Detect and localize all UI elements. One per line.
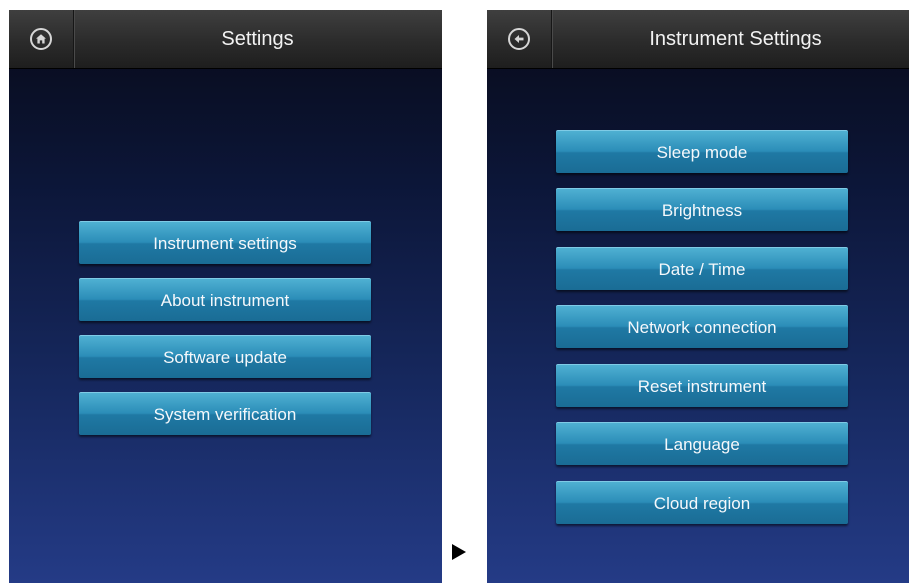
right-triangle-arrow-icon: [452, 544, 466, 560]
sleep-mode-button[interactable]: Sleep mode: [556, 130, 848, 173]
stage: Settings Instrument settings About instr…: [0, 0, 909, 583]
software-update-button[interactable]: Software update: [79, 335, 371, 378]
reset-instrument-button[interactable]: Reset instrument: [556, 364, 848, 407]
language-button[interactable]: Language: [556, 422, 848, 465]
date-time-button[interactable]: Date / Time: [556, 247, 848, 290]
top-bar: Settings: [9, 10, 442, 69]
brightness-button[interactable]: Brightness: [556, 188, 848, 231]
back-button[interactable]: [487, 10, 552, 68]
instrument-settings-screen: Instrument Settings Sleep mode Brightnes…: [487, 10, 909, 583]
top-bar: Instrument Settings: [487, 10, 909, 69]
home-button[interactable]: [9, 10, 74, 68]
about-instrument-button[interactable]: About instrument: [79, 278, 371, 321]
system-verification-button[interactable]: System verification: [79, 392, 371, 435]
home-icon: [30, 28, 52, 50]
back-arrow-icon: [508, 28, 530, 50]
instrument-settings-button[interactable]: Instrument settings: [79, 221, 371, 264]
network-connection-button[interactable]: Network connection: [556, 305, 848, 348]
cloud-region-button[interactable]: Cloud region: [556, 481, 848, 524]
page-title: Instrument Settings: [649, 28, 822, 50]
settings-screen: Settings Instrument settings About instr…: [9, 10, 442, 583]
page-title: Settings: [221, 28, 294, 50]
